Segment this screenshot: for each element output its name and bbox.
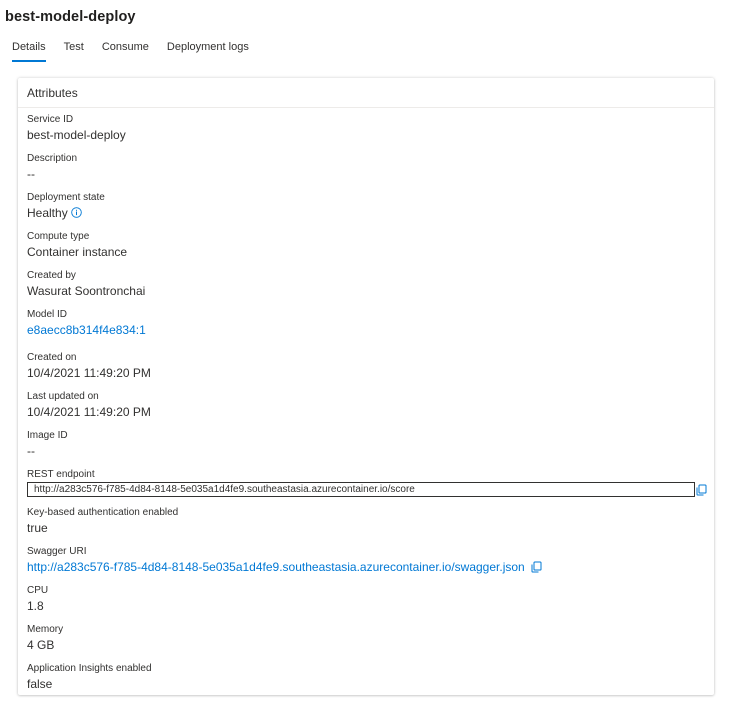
app-insights-value: false — [27, 677, 53, 691]
copy-icon[interactable] — [531, 561, 542, 577]
created-by-field: Created by Wasurat Soontronchai — [27, 269, 145, 299]
page-title: best-model-deploy — [5, 9, 136, 25]
memory-field: Memory 4 GB — [27, 623, 63, 653]
info-icon[interactable] — [70, 206, 82, 222]
swagger-uri-label: Swagger URI — [27, 546, 87, 557]
tab-bar: Details Test Consume Deployment logs — [12, 41, 267, 62]
created-by-label: Created by — [27, 270, 76, 281]
model-id-label: Model ID — [27, 309, 68, 320]
rest-endpoint-field: REST endpoint — [27, 468, 95, 481]
cpu-label: CPU — [27, 585, 49, 596]
description-value: -- — [27, 167, 35, 181]
compute-type-field: Compute type Container instance — [27, 230, 127, 260]
deployment-state-field: Deployment state Healthy — [27, 191, 105, 222]
key-auth-field: Key-based authentication enabled true — [27, 506, 178, 536]
created-by-value: Wasurat Soontronchai — [27, 284, 146, 298]
service-id-label: Service ID — [27, 114, 74, 125]
attributes-card: Attributes Service ID best-model-deploy … — [18, 78, 714, 695]
service-id-field: Service ID best-model-deploy — [27, 113, 126, 143]
image-id-value: -- — [27, 444, 35, 458]
key-auth-label: Key-based authentication enabled — [27, 507, 179, 518]
cpu-value: 1.8 — [27, 599, 44, 613]
deployment-state-label: Deployment state — [27, 192, 105, 203]
last-updated-label: Last updated on — [27, 391, 99, 402]
tab-details[interactable]: Details — [12, 41, 46, 62]
last-updated-field: Last updated on 10/4/2021 11:49:20 PM — [27, 390, 151, 420]
created-on-label: Created on — [27, 352, 77, 363]
app-insights-field: Application Insights enabled false — [27, 662, 152, 692]
tab-deployment-logs[interactable]: Deployment logs — [167, 41, 249, 62]
key-auth-value: true — [27, 521, 48, 535]
app-insights-label: Application Insights enabled — [27, 663, 152, 674]
description-label: Description — [27, 153, 78, 164]
compute-type-label: Compute type — [27, 231, 90, 242]
description-field: Description -- — [27, 152, 77, 182]
attributes-header: Attributes — [18, 78, 714, 108]
rest-endpoint-label: REST endpoint — [27, 469, 95, 480]
deployment-state-value: Healthy — [27, 206, 68, 220]
swagger-uri-link[interactable]: http://a283c576-f785-4d84-8148-5e035a1d4… — [27, 560, 525, 574]
created-on-field: Created on 10/4/2021 11:49:20 PM — [27, 351, 151, 381]
service-id-value: best-model-deploy — [27, 128, 126, 142]
memory-value: 4 GB — [27, 638, 55, 652]
created-on-value: 10/4/2021 11:49:20 PM — [27, 366, 151, 380]
image-id-field: Image ID -- — [27, 429, 68, 459]
rest-endpoint-input[interactable]: http://a283c576-f785-4d84-8148-5e035a1d4… — [27, 482, 695, 497]
swagger-uri-field: Swagger URI http://a283c576-f785-4d84-81… — [27, 545, 542, 577]
deployment-state-row: Healthy — [27, 205, 105, 222]
model-id-field: Model ID e8aecc8b314f4e834:1 — [27, 308, 146, 338]
copy-icon[interactable] — [696, 483, 707, 501]
last-updated-value: 10/4/2021 11:49:20 PM — [27, 405, 151, 419]
tab-test[interactable]: Test — [64, 41, 84, 62]
cpu-field: CPU 1.8 — [27, 584, 48, 614]
image-id-label: Image ID — [27, 430, 68, 441]
memory-label: Memory — [27, 624, 64, 635]
model-id-link[interactable]: e8aecc8b314f4e834:1 — [27, 322, 146, 338]
compute-type-value: Container instance — [27, 245, 128, 259]
swagger-uri-row: http://a283c576-f785-4d84-8148-5e035a1d4… — [27, 559, 542, 577]
tab-consume[interactable]: Consume — [102, 41, 149, 62]
